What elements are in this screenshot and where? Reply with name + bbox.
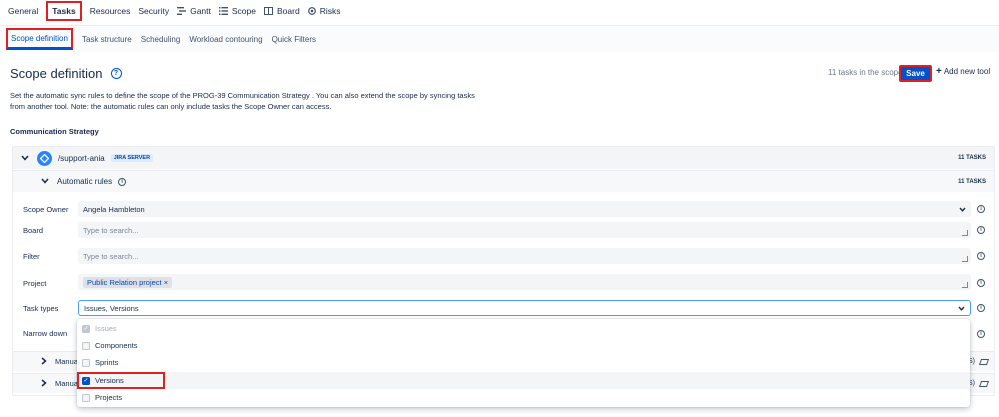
checkbox-icon[interactable] [82,358,90,367]
checkbox-icon[interactable] [82,341,90,350]
task-types-select[interactable]: Issues, Versions [78,300,971,316]
task-types-label: Task types [23,304,59,313]
narrow-down-label: Narrow down [23,329,68,338]
scope-task-count: 11 tasks in the scope [828,68,903,77]
nav-resources[interactable]: Resources [90,6,131,16]
checkbox-checked-icon: ✓ [82,324,90,333]
project-chip: Public Relation project × [83,276,173,288]
nav-board[interactable]: Board [264,6,300,16]
scope-owner-label: Scope Owner [23,205,69,214]
automatic-rules-header[interactable]: Automatic rules i 11 TASKS [13,170,994,192]
save-button[interactable]: Save [899,65,932,82]
project-input[interactable]: Public Relation project × [78,274,971,290]
scope-description: Set the automatic sync rules to define t… [10,91,475,111]
info-icon[interactable]: i [118,177,127,186]
chevron-down-icon[interactable] [41,177,49,186]
automatic-rules-label: Automatic rules [57,177,113,186]
filter-input[interactable]: Type to search... [78,248,971,264]
chevron-right-icon[interactable] [41,378,47,389]
eraser-icon[interactable] [978,380,990,387]
option-projects[interactable]: Projects [77,389,970,406]
info-icon[interactable]: i [977,252,985,260]
info-icon[interactable]: i [977,205,985,213]
page-title: Scope definition ? [10,66,122,81]
scope-owner-select[interactable]: Angela Hambleton [78,201,971,217]
annotation-highlight [77,372,165,389]
resize-handle-icon[interactable] [962,256,968,262]
option-issues: ✓ Issues [82,324,117,333]
task-types-dropdown: ✓ Issues Components Sprints ✓ Versions P… [77,319,970,407]
tab-quick-filters[interactable]: Quick Filters [272,35,316,44]
tab-scheduling[interactable]: Scheduling [141,35,181,44]
jira-logo-icon [37,150,52,166]
option-sprints[interactable]: Sprints [77,354,970,371]
checkbox-icon[interactable] [82,393,90,402]
risk-icon [307,7,316,15]
resize-handle-icon[interactable] [962,282,968,288]
rules-task-count: 11 TASKS [958,178,986,185]
info-icon[interactable]: i [977,279,985,287]
nav-tasks[interactable]: Tasks [46,1,82,21]
board-icon [264,7,273,15]
source-type-badge: JIRA SERVER [110,154,154,162]
add-new-tool-button[interactable]: + Add new tool [936,66,990,77]
help-icon[interactable]: ? [110,68,122,79]
tab-scope-definition[interactable]: Scope definition [6,28,73,50]
plus-icon: + [936,66,942,77]
chevron-right-icon[interactable] [41,356,47,367]
resize-handle-icon[interactable] [962,230,968,236]
tab-workload-contouring[interactable]: Workload contouring [189,35,262,44]
nav-scope[interactable]: Scope [218,6,256,16]
option-versions[interactable]: ✓ Versions [77,372,970,389]
nav-risks[interactable]: Risks [307,6,340,16]
eraser-icon[interactable] [978,358,990,365]
list-icon [218,7,228,15]
option-components[interactable]: Components [77,337,970,354]
board-label: Board [23,226,44,235]
nav-gantt[interactable]: Gantt [177,6,211,16]
source-name: /support-ania [58,153,105,163]
source-header[interactable]: /support-ania JIRA SERVER 11 TASKS [13,147,994,169]
filter-label: Filter [23,252,40,261]
board-input[interactable]: Type to search... [78,222,971,238]
chevron-down-icon[interactable] [21,154,29,163]
sub-nav: Scope definition Task structure Scheduli… [0,25,999,52]
top-nav: General Tasks Resources Security Gantt S… [0,0,999,22]
gantt-icon [177,7,187,15]
chevron-down-icon [958,304,965,313]
remove-chip-icon[interactable]: × [164,278,168,287]
chevron-down-icon [959,205,966,214]
source-task-count: 11 TASKS [958,155,986,161]
nav-security[interactable]: Security [138,6,169,16]
nav-general[interactable]: General [8,6,38,16]
info-icon[interactable]: i [977,226,985,234]
project-label: Project [23,279,47,288]
tab-task-structure[interactable]: Task structure [82,35,132,44]
section-heading: Communication Strategy [10,127,99,136]
info-icon[interactable]: i [977,304,985,312]
info-icon[interactable]: i [977,330,985,338]
